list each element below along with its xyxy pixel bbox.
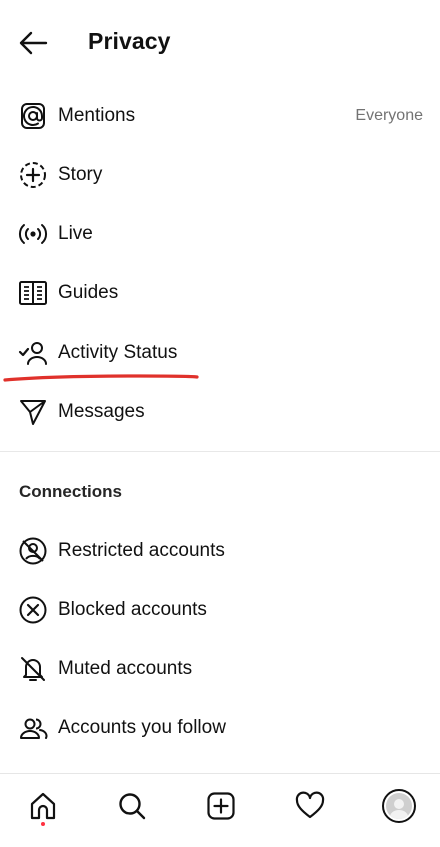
accounts-you-follow-row[interactable]: Accounts you follow <box>0 698 440 757</box>
privacy-settings-screen: Privacy Mentions Everyone Story Live Gui… <box>0 0 440 847</box>
restricted-accounts-label: Restricted accounts <box>58 539 225 561</box>
blocked-accounts-label: Blocked accounts <box>58 598 207 620</box>
notification-dot <box>41 822 45 826</box>
story-row[interactable]: Story <box>0 145 440 204</box>
nav-activity[interactable] <box>290 786 330 826</box>
accounts-you-follow-label: Accounts you follow <box>58 716 226 738</box>
restricted-accounts-row[interactable]: Restricted accounts <box>0 521 440 580</box>
home-icon <box>30 792 56 820</box>
bottom-navigation <box>0 773 440 847</box>
back-button[interactable] <box>16 26 50 60</box>
blocked-accounts-row[interactable]: Blocked accounts <box>0 580 440 639</box>
connections-section-title: Connections <box>19 482 122 501</box>
messages-label: Messages <box>58 400 145 422</box>
muted-accounts-label: Muted accounts <box>58 657 193 679</box>
live-row[interactable]: Live <box>0 204 440 263</box>
section-divider <box>0 451 440 452</box>
story-label: Story <box>58 163 103 185</box>
plus-square-icon <box>207 792 235 820</box>
status-bar <box>0 0 440 8</box>
heart-icon <box>295 791 325 819</box>
live-label: Live <box>58 222 93 244</box>
header: Privacy <box>0 18 440 66</box>
messages-row[interactable]: Messages <box>0 382 440 441</box>
nav-profile[interactable] <box>379 786 419 826</box>
avatar-icon <box>382 789 416 823</box>
story-add-icon <box>18 160 48 190</box>
guides-book-icon <box>18 278 48 308</box>
activity-status-row[interactable]: Activity Status <box>0 323 440 382</box>
people-follow-icon <box>18 713 48 743</box>
nav-home[interactable] <box>23 786 63 826</box>
blocked-icon <box>18 595 48 625</box>
search-icon <box>119 793 146 820</box>
restricted-icon <box>18 536 48 566</box>
activity-status-icon <box>18 338 48 368</box>
nav-search[interactable] <box>112 786 152 826</box>
activity-status-label: Activity Status <box>58 341 178 363</box>
guides-row[interactable]: Guides <box>0 263 440 322</box>
mentions-row[interactable]: Mentions Everyone <box>0 86 440 145</box>
mentions-value: Everyone <box>355 106 423 124</box>
muted-bell-icon <box>18 654 48 684</box>
at-sign-icon <box>18 101 48 131</box>
page-title: Privacy <box>88 28 171 54</box>
guides-label: Guides <box>58 281 119 303</box>
live-broadcast-icon <box>18 219 48 249</box>
nav-create[interactable] <box>201 786 241 826</box>
mentions-label: Mentions <box>58 104 136 126</box>
muted-accounts-row[interactable]: Muted accounts <box>0 639 440 698</box>
messages-send-icon <box>18 397 48 427</box>
arrow-left-icon <box>19 31 48 55</box>
